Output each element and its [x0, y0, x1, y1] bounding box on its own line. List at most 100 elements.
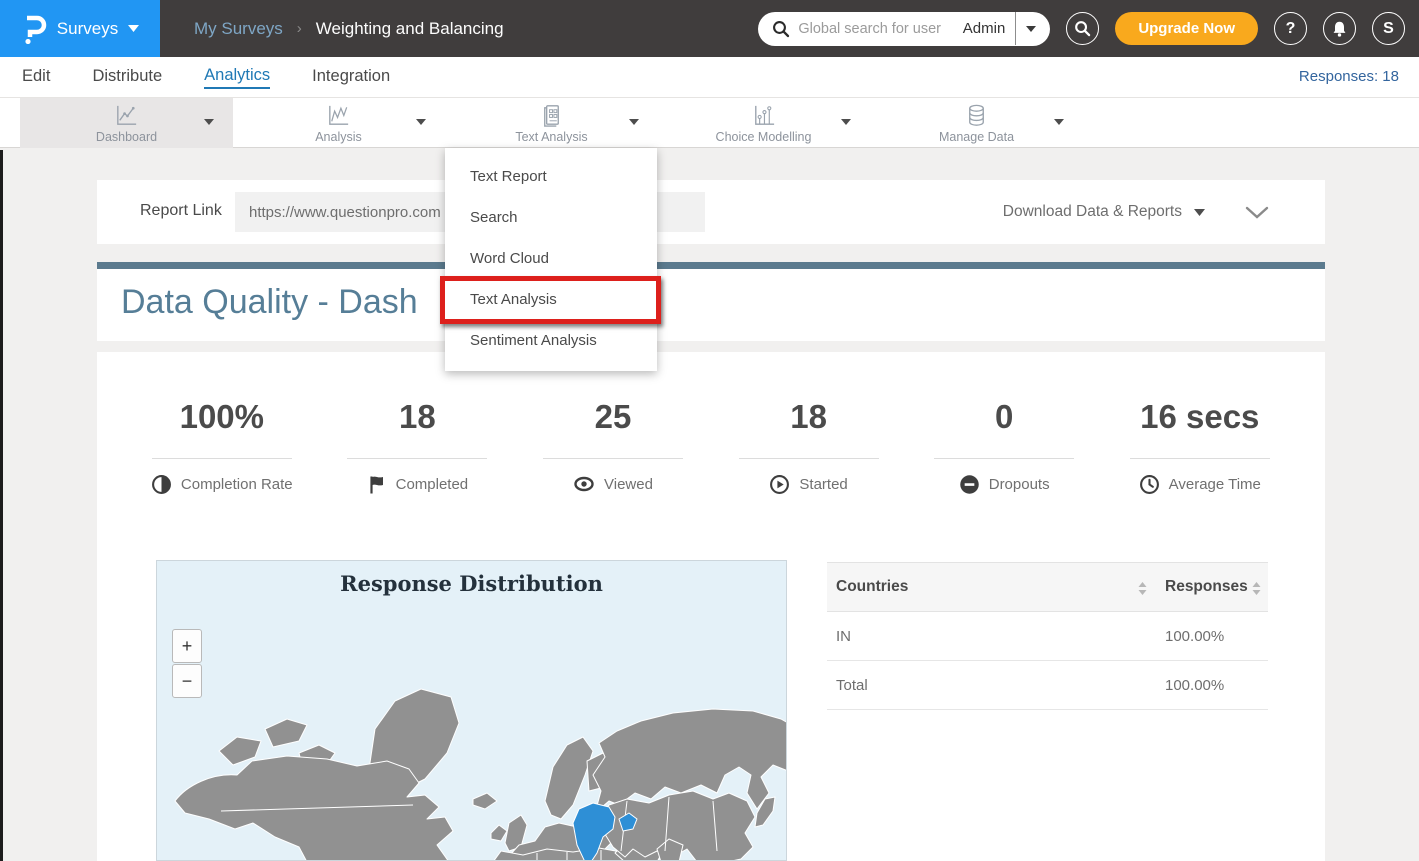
- map-title: Response Distribution: [157, 571, 786, 596]
- stat-label: Started: [799, 476, 847, 493]
- toolbar-analysis[interactable]: Analysis: [232, 98, 445, 148]
- line-chart-icon: [113, 102, 140, 129]
- global-search[interactable]: Admin: [758, 12, 1050, 46]
- table-header: Countries Responses: [827, 562, 1268, 612]
- column-header-responses[interactable]: Responses: [1165, 578, 1248, 596]
- responses-count: Responses: 18: [1299, 68, 1399, 85]
- surveys-label: Surveys: [57, 19, 118, 39]
- surveys-menu[interactable]: Surveys: [0, 0, 160, 57]
- tab-integration[interactable]: Integration: [312, 67, 390, 88]
- stat-label: Dropouts: [989, 476, 1050, 493]
- map-zoom-out-button[interactable]: −: [172, 664, 202, 698]
- stat-completion-rate: 100% Completion Rate: [124, 398, 320, 495]
- stat-viewed: 25 Viewed: [515, 398, 711, 495]
- search-button[interactable]: [1066, 12, 1099, 45]
- stat-value: 100%: [180, 398, 264, 436]
- toolbar-dashboard-label: Dashboard: [96, 130, 157, 144]
- stat-label: Average Time: [1169, 476, 1261, 493]
- response-distribution-map[interactable]: Response Distribution + −: [156, 560, 787, 861]
- table-row: IN 100.00%: [827, 612, 1268, 661]
- analytics-toolbar: Dashboard Analysis Text Analysis: [0, 98, 1419, 148]
- choice-chart-icon: [750, 102, 777, 129]
- toolbar-choice-modelling-label: Choice Modelling: [716, 130, 812, 144]
- chevron-down-icon: [1054, 119, 1064, 125]
- stat-average-time: 16 secs Average Time: [1102, 398, 1298, 495]
- toolbar-manage-data[interactable]: Manage Data: [870, 98, 1083, 148]
- stat-value: 18: [399, 398, 436, 436]
- divider: [1130, 458, 1270, 459]
- report-link-card: Report Link Download Data & Reports: [97, 180, 1325, 244]
- responses-cell: 100.00%: [1165, 628, 1224, 645]
- text-analysis-menu: Text Report Search Word Cloud Text Analy…: [445, 148, 657, 371]
- stat-value: 25: [595, 398, 632, 436]
- left-edge-strip: [0, 150, 3, 861]
- search-scope-label[interactable]: Admin: [963, 20, 1006, 37]
- menu-item-search[interactable]: Search: [445, 197, 657, 238]
- tab-analytics[interactable]: Analytics: [204, 66, 270, 89]
- avatar[interactable]: S: [1372, 12, 1405, 45]
- sort-icon[interactable]: [1251, 581, 1262, 596]
- chevron-down-icon: [416, 119, 426, 125]
- world-map: [157, 561, 787, 861]
- minus-circle-icon: [959, 474, 980, 495]
- toolbar-analysis-label: Analysis: [315, 130, 362, 144]
- menu-item-sentiment-analysis[interactable]: Sentiment Analysis: [445, 320, 657, 361]
- divider: [543, 458, 683, 459]
- completion-pie-icon: [151, 474, 172, 495]
- menu-item-word-cloud[interactable]: Word Cloud: [445, 238, 657, 279]
- notifications-button[interactable]: [1323, 12, 1356, 45]
- toolbar-text-analysis-label: Text Analysis: [515, 130, 587, 144]
- chevron-down-icon: [1194, 209, 1205, 216]
- top-bar: Surveys My Surveys › Weighting and Balan…: [0, 0, 1419, 57]
- chevron-down-icon: [629, 119, 639, 125]
- help-button[interactable]: ?: [1274, 12, 1307, 45]
- table-row: Total 100.00%: [827, 661, 1268, 710]
- page-title: Data Quality - Dash: [121, 283, 418, 322]
- survey-nav: Edit Distribute Analytics Integration Re…: [0, 57, 1419, 98]
- database-icon: [963, 102, 990, 129]
- map-zoom-controls: + −: [172, 629, 202, 698]
- breadcrumb-current: Weighting and Balancing: [316, 19, 504, 39]
- breadcrumb-my-surveys[interactable]: My Surveys: [194, 19, 283, 39]
- stat-label: Completed: [396, 476, 469, 493]
- text-report-icon: [538, 102, 565, 129]
- toolbar-dashboard[interactable]: Dashboard: [20, 98, 233, 148]
- search-icon: [772, 20, 790, 38]
- toolbar-choice-modelling[interactable]: Choice Modelling: [657, 98, 870, 148]
- top-right-controls: Admin Upgrade Now ? S: [758, 0, 1405, 57]
- search-scope-dropdown[interactable]: [1016, 26, 1040, 32]
- global-search-input[interactable]: [798, 21, 956, 37]
- collapse-panel-chevron[interactable]: [1245, 206, 1269, 220]
- stat-dropouts: 0 Dropouts: [906, 398, 1102, 495]
- divider: [739, 458, 879, 459]
- stats-row: 100% Completion Rate 18 Completed: [124, 398, 1298, 495]
- tab-distribute[interactable]: Distribute: [92, 67, 162, 88]
- responses-cell: 100.00%: [1165, 677, 1224, 694]
- countries-table: Countries Responses IN 100.00% Total 100…: [827, 562, 1268, 710]
- country-cell: IN: [836, 628, 851, 645]
- upgrade-now-button[interactable]: Upgrade Now: [1115, 12, 1258, 45]
- menu-item-text-analysis[interactable]: Text Analysis: [445, 279, 657, 320]
- country-cell: Total: [836, 677, 868, 694]
- stat-label: Completion Rate: [181, 476, 293, 493]
- stat-value: 16 secs: [1140, 398, 1259, 436]
- questionpro-logo: [21, 14, 47, 44]
- stat-value: 18: [790, 398, 827, 436]
- sort-icon[interactable]: [1137, 581, 1148, 596]
- tab-edit[interactable]: Edit: [22, 67, 50, 88]
- bell-icon: [1331, 20, 1348, 38]
- search-icon: [1074, 20, 1091, 37]
- flag-icon: [367, 474, 387, 495]
- download-data-reports-dropdown[interactable]: Download Data & Reports: [1003, 203, 1205, 221]
- menu-item-text-report[interactable]: Text Report: [445, 156, 657, 197]
- eye-icon: [573, 474, 595, 494]
- chevron-down-icon: [204, 119, 214, 125]
- divider: [934, 458, 1074, 459]
- map-zoom-in-button[interactable]: +: [172, 629, 202, 663]
- breadcrumb-separator: ›: [297, 20, 302, 37]
- clock-icon: [1139, 474, 1160, 495]
- divider: [347, 458, 487, 459]
- column-header-countries[interactable]: Countries: [836, 578, 908, 596]
- toolbar-text-analysis[interactable]: Text Analysis: [445, 98, 658, 148]
- report-link-label: Report Link: [140, 202, 222, 220]
